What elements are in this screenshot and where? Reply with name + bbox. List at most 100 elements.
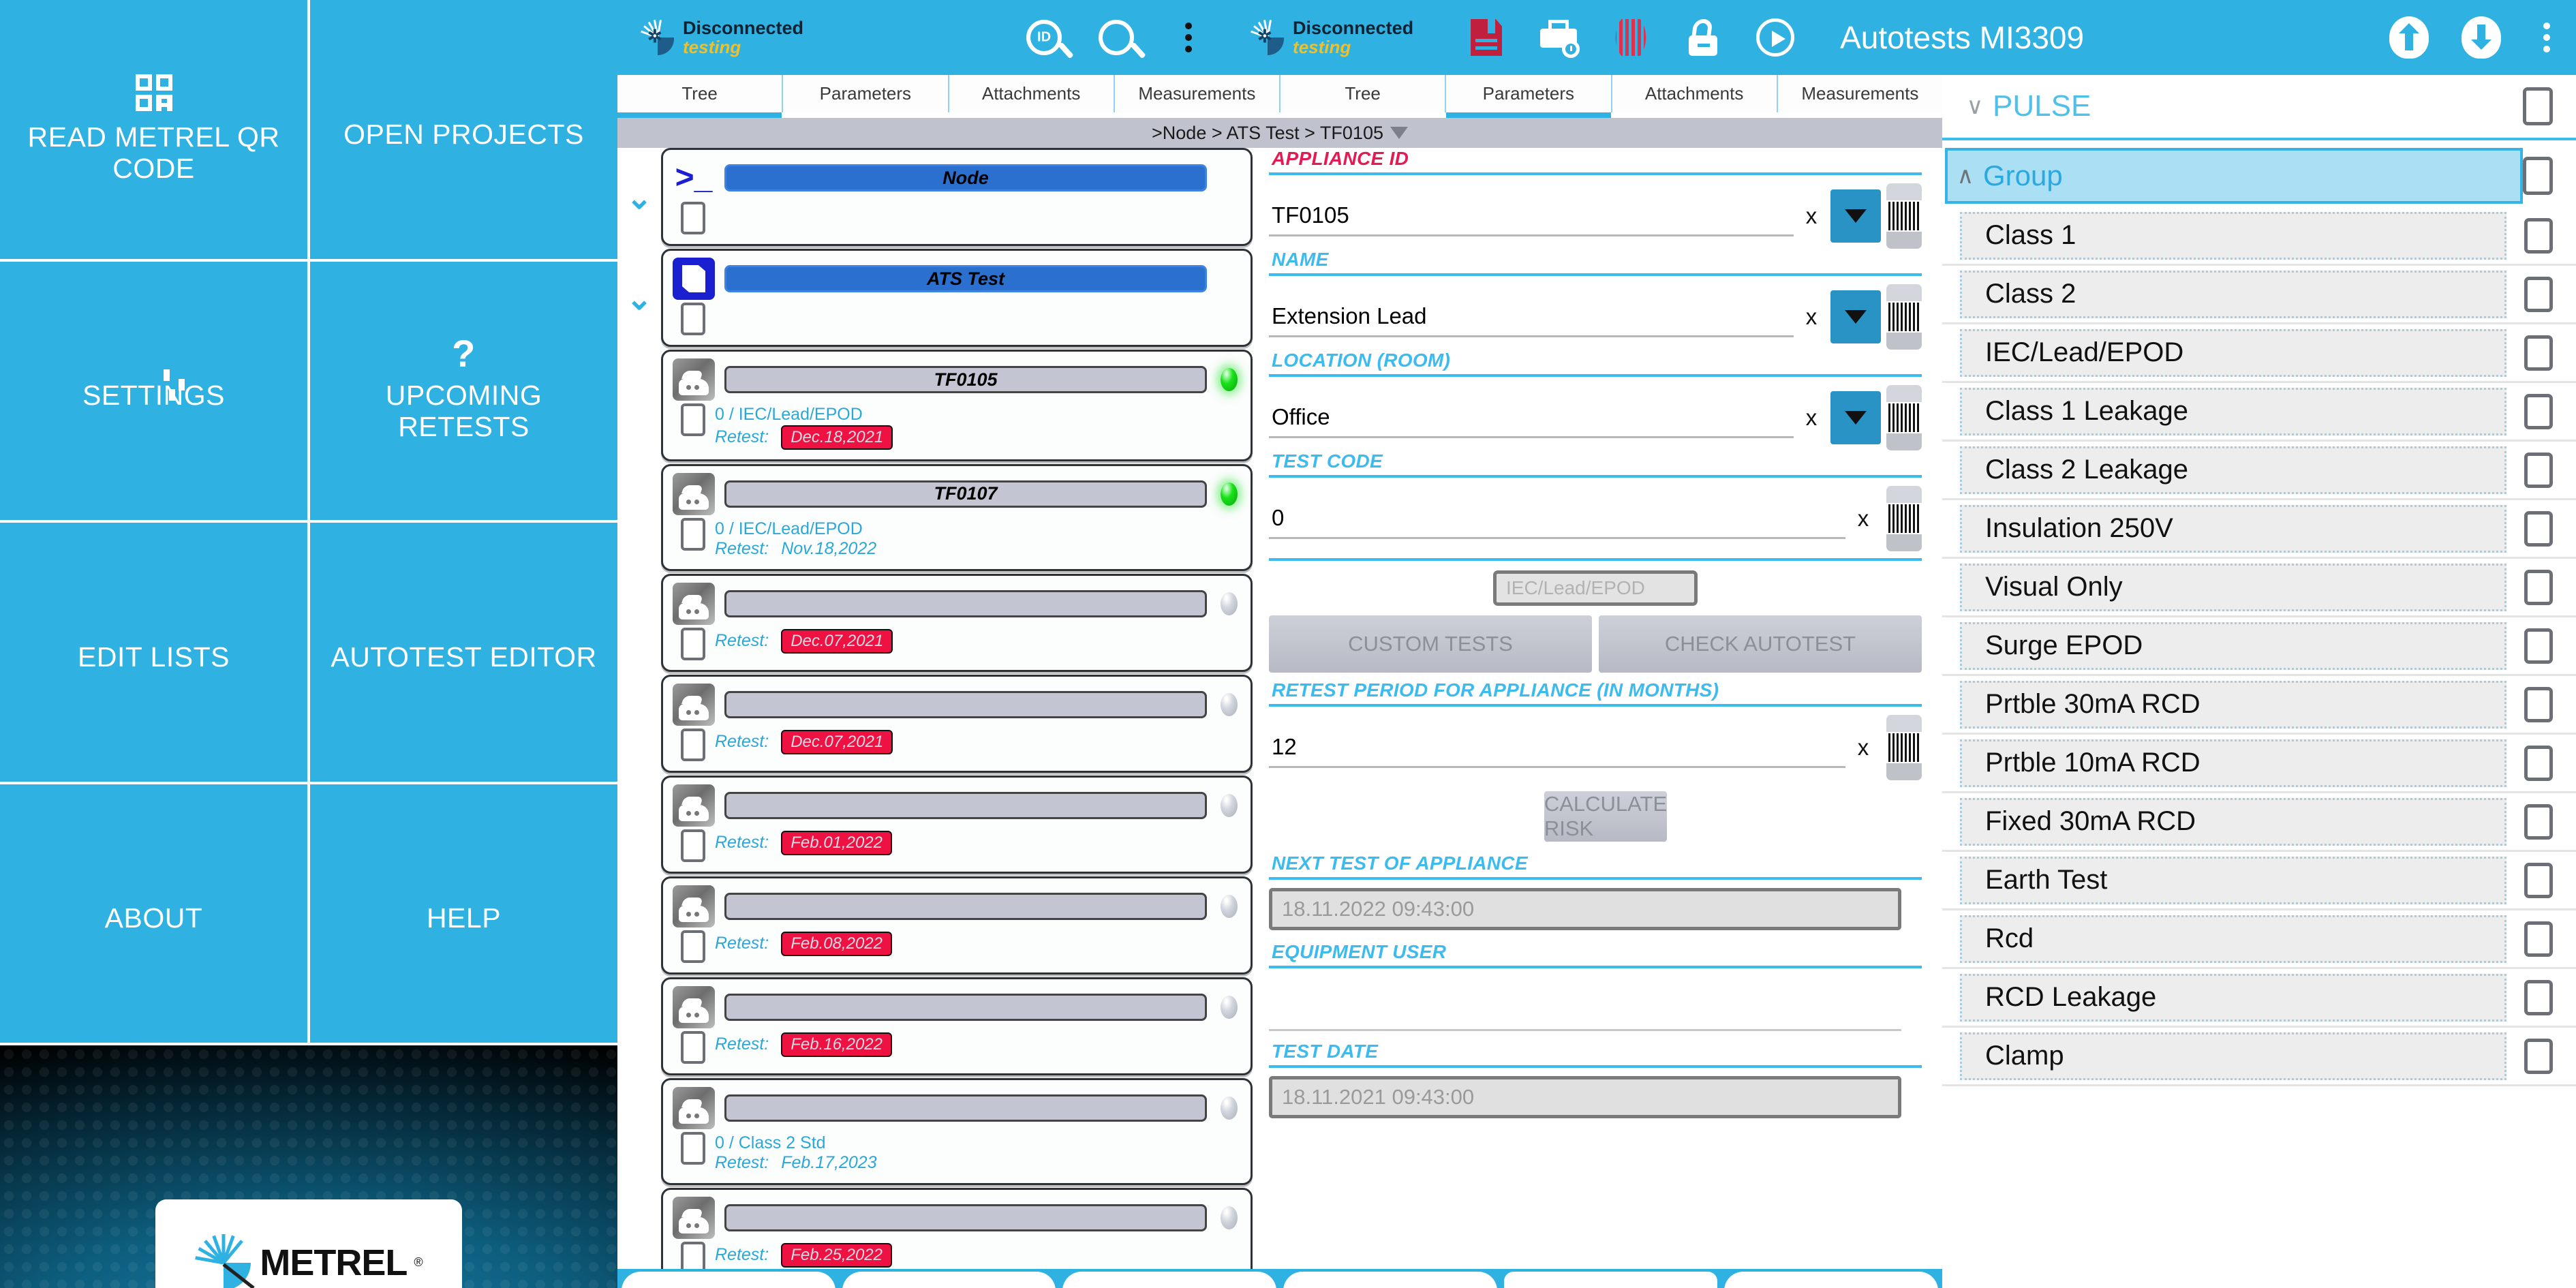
tree-row[interactable]: Retest: Dec.07,2021 bbox=[617, 573, 1261, 672]
tree-card-appliance[interactable]: TF0105 0 / IEC/Lead/EPOD Retest: Dec.18,… bbox=[661, 350, 1253, 461]
device-status-left[interactable]: ✲ Disconnected testing bbox=[639, 18, 803, 57]
clear-icon[interactable]: x bbox=[1845, 735, 1881, 761]
tree-panel[interactable]: ⌄ >_ Node ⌄ ATS Test TF0105 0 / IEC/Lead… bbox=[617, 148, 1261, 1288]
menu-tile-autotest-editor[interactable]: AUTOTEST EDITOR bbox=[310, 523, 617, 782]
save-button[interactable] bbox=[1450, 0, 1522, 75]
run-button[interactable] bbox=[1739, 0, 1811, 75]
tree-card-node[interactable]: >_ Node bbox=[661, 148, 1253, 246]
list-item[interactable]: Class 1 Leakage bbox=[1942, 383, 2576, 442]
tab-tree-right[interactable]: Tree bbox=[1279, 75, 1445, 112]
tree-row[interactable]: Retest: Dec.07,2021 bbox=[617, 674, 1261, 773]
group-section-header[interactable]: ∧ Group bbox=[1942, 144, 2576, 207]
list-item[interactable]: IEC/Lead/EPOD bbox=[1942, 324, 2576, 383]
chevron-down-icon[interactable]: ⌄ bbox=[617, 148, 661, 216]
bottom-nav-slot[interactable] bbox=[1283, 1272, 1497, 1288]
list-item[interactable]: Class 1 bbox=[1942, 207, 2576, 266]
clear-icon[interactable]: x bbox=[1845, 506, 1881, 532]
autotest-checkbox[interactable] bbox=[2524, 569, 2553, 605]
appliance-id-input[interactable]: TF0105 bbox=[1269, 196, 1794, 236]
list-item[interactable]: Rcd bbox=[1942, 910, 2576, 969]
download-button[interactable] bbox=[2445, 0, 2517, 75]
bottom-nav-slot[interactable] bbox=[842, 1272, 1056, 1288]
barcode-scan-button[interactable] bbox=[1886, 715, 1922, 780]
bottom-nav-slot[interactable] bbox=[622, 1272, 835, 1288]
autotest-checkbox[interactable] bbox=[2524, 628, 2553, 664]
pulse-section-header[interactable]: ∨ PULSE bbox=[1942, 75, 2576, 138]
upload-button[interactable] bbox=[2373, 0, 2445, 75]
barcode-scan-button[interactable] bbox=[1886, 385, 1922, 450]
check-autotest-button[interactable]: CHECK AUTOTEST bbox=[1599, 615, 1922, 673]
name-dropdown-button[interactable] bbox=[1830, 290, 1881, 343]
chevron-up-icon[interactable]: ∧ bbox=[1948, 162, 1983, 189]
bottom-nav-slot[interactable] bbox=[1062, 1272, 1277, 1288]
search-button[interactable] bbox=[1080, 0, 1152, 75]
chevron-down-icon[interactable]: ∨ bbox=[1957, 93, 1993, 120]
tree-row[interactable]: Retest: Feb.08,2022 bbox=[617, 876, 1261, 975]
tree-item-checkbox[interactable] bbox=[681, 1131, 705, 1165]
retest-period-input[interactable]: 12 bbox=[1269, 727, 1845, 768]
tree-row[interactable]: TF0105 0 / IEC/Lead/EPOD Retest: Dec.18,… bbox=[617, 350, 1261, 461]
tree-item-checkbox[interactable] bbox=[681, 930, 705, 963]
menu-tile-edit-lists[interactable]: EDIT LISTS bbox=[0, 523, 307, 782]
calculate-risk-button[interactable]: CALCULATE RISK bbox=[1544, 791, 1667, 842]
tree-item-checkbox[interactable] bbox=[681, 303, 705, 335]
autotest-checkbox[interactable] bbox=[2524, 276, 2553, 312]
list-item[interactable]: Earth Test bbox=[1942, 852, 2576, 910]
tree-item-checkbox[interactable] bbox=[681, 829, 705, 862]
tree-item-checkbox[interactable] bbox=[681, 728, 705, 761]
menu-tile-read-qr[interactable]: READ METREL QR CODE bbox=[0, 0, 307, 259]
autotest-checkbox[interactable] bbox=[2524, 393, 2553, 429]
clear-icon[interactable]: x bbox=[1794, 405, 1829, 431]
tree-row[interactable]: TF0107 0 / IEC/Lead/EPOD Retest: Nov.18,… bbox=[617, 463, 1261, 571]
location-dropdown-button[interactable] bbox=[1830, 391, 1881, 444]
tab-parameters-right[interactable]: Parameters bbox=[1445, 75, 1611, 118]
clear-icon[interactable]: x bbox=[1794, 203, 1829, 229]
menu-tile-settings[interactable]: SETTINGS bbox=[0, 261, 307, 520]
autotest-group-panel[interactable]: ∨ PULSE ∧ Group Class 1 Class 2 IEC/Lead… bbox=[1942, 75, 2576, 1288]
tree-item-checkbox[interactable] bbox=[681, 517, 705, 551]
tree-card-appliance[interactable]: Retest: Feb.01,2022 bbox=[661, 775, 1253, 874]
tree-item-checkbox[interactable] bbox=[681, 627, 705, 660]
tree-card-appliance[interactable]: Retest: Dec.07,2021 bbox=[661, 573, 1253, 672]
autotest-checkbox[interactable] bbox=[2524, 921, 2553, 957]
tree-item-checkbox[interactable] bbox=[681, 403, 705, 436]
tree-row[interactable]: ⌄ ATS Test bbox=[617, 249, 1261, 347]
autotest-checkbox[interactable] bbox=[2524, 686, 2553, 722]
autotest-checkbox[interactable] bbox=[2524, 510, 2553, 547]
tree-row[interactable]: 0 / Class 2 Std Retest: Feb.17,2023 bbox=[617, 1077, 1261, 1185]
barcode-scan-button[interactable] bbox=[1886, 284, 1922, 350]
tab-attachments-right[interactable]: Attachments bbox=[1610, 75, 1777, 112]
tree-card-appliance[interactable]: TF0107 0 / IEC/Lead/EPOD Retest: Nov.18,… bbox=[661, 463, 1253, 571]
app-overflow-menu-button[interactable] bbox=[2517, 0, 2576, 75]
custom-tests-button[interactable]: CUSTOM TESTS bbox=[1269, 615, 1592, 673]
name-input[interactable]: Extension Lead bbox=[1269, 296, 1794, 337]
tree-card-appliance[interactable]: Retest: Dec.07,2021 bbox=[661, 674, 1253, 773]
autotest-checkbox[interactable] bbox=[2524, 335, 2553, 371]
unlock-button[interactable] bbox=[1667, 0, 1739, 75]
list-item[interactable]: Class 2 Leakage bbox=[1942, 442, 2576, 500]
list-item[interactable]: RCD Leakage bbox=[1942, 969, 2576, 1028]
tab-tree-left[interactable]: Tree bbox=[617, 75, 782, 118]
menu-tile-about[interactable]: ABOUT bbox=[0, 784, 307, 1043]
tree-item-checkbox[interactable] bbox=[681, 202, 705, 234]
parameters-panel[interactable]: APPLIANCE ID TF0105 x NAME Extension Lea… bbox=[1262, 148, 1942, 1288]
tree-card-ats-test[interactable]: ATS Test bbox=[661, 249, 1253, 347]
autotest-checkbox[interactable] bbox=[2524, 979, 2553, 1015]
test-code-input[interactable]: 0 bbox=[1269, 498, 1845, 539]
clear-icon[interactable]: x bbox=[1794, 304, 1829, 330]
autotest-checkbox[interactable] bbox=[2524, 452, 2553, 488]
tree-card-appliance[interactable]: Retest: Feb.08,2022 bbox=[661, 876, 1253, 975]
tree-row[interactable]: Retest: Feb.01,2022 bbox=[617, 775, 1261, 874]
autotest-checkbox[interactable] bbox=[2524, 745, 2553, 781]
menu-tile-help[interactable]: HELP bbox=[310, 784, 617, 1043]
list-item[interactable]: Visual Only bbox=[1942, 559, 2576, 617]
tab-measurements-right[interactable]: Measurements bbox=[1776, 75, 1942, 112]
tree-row[interactable]: Retest: Feb.16,2022 bbox=[617, 977, 1261, 1075]
list-item[interactable]: Class 2 bbox=[1942, 266, 2576, 324]
list-item[interactable]: Fixed 30mA RCD bbox=[1942, 793, 2576, 852]
tab-parameters-left[interactable]: Parameters bbox=[782, 75, 948, 112]
bottom-nav-slot[interactable] bbox=[1724, 1272, 1939, 1288]
list-item[interactable]: Clamp bbox=[1942, 1028, 2576, 1086]
list-item[interactable]: Surge EPOD bbox=[1942, 617, 2576, 676]
tree-item-checkbox[interactable] bbox=[681, 1030, 705, 1064]
